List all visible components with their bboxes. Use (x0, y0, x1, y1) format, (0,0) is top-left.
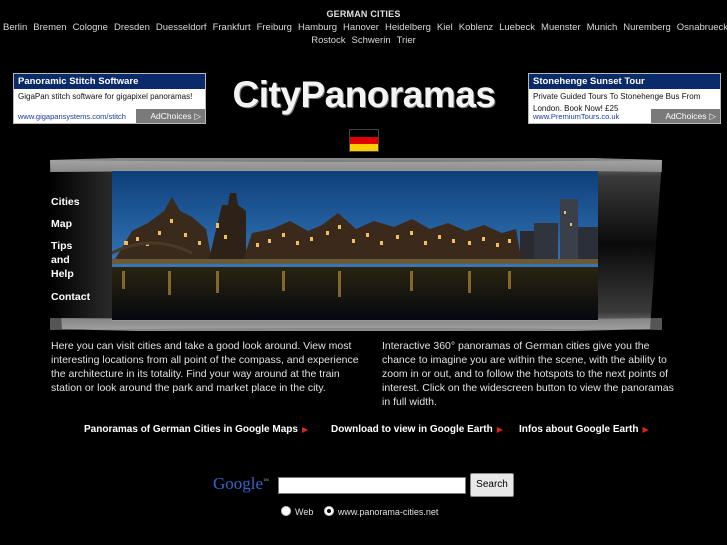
adchoices-button[interactable]: AdChoices ▷ (136, 109, 205, 123)
site-logo[interactable]: CityPanoramas (226, 74, 502, 116)
panorama-viewer (50, 158, 662, 331)
radio-site-label: www.panorama-cities.net (337, 507, 439, 517)
intro-text-right: Interactive 360° panoramas of German cit… (382, 340, 674, 408)
google-logo: Google™ (213, 474, 269, 493)
city-link[interactable]: Hanover (343, 22, 379, 33)
ad-url[interactable]: www.gigapansystems.com/stitch (18, 112, 126, 121)
google-logo-text: Google (213, 474, 264, 493)
city-link[interactable]: Luebeck (499, 22, 535, 33)
link-label: Panoramas of German Cities in Google Map… (84, 424, 298, 435)
city-link[interactable]: Dresden (114, 22, 150, 33)
link-label: Download to view in Google Earth (331, 424, 493, 435)
arrow-right-icon: ▶ (642, 425, 649, 434)
city-link[interactable]: Kiel (437, 22, 453, 33)
flag-stripe-black (350, 130, 378, 137)
search-input[interactable] (278, 477, 466, 494)
arrow-right-icon: ▶ (496, 425, 503, 434)
hamburg-speicherstadt-image (112, 171, 598, 320)
ad-url[interactable]: www.PremiumTours.co.uk (533, 112, 619, 121)
city-links-row-2: Rostock Schwerin Trier (0, 34, 727, 47)
adchoices-button[interactable]: AdChoices ▷ (651, 109, 720, 123)
city-link[interactable]: Trier (397, 35, 416, 46)
link-download-google-earth[interactable]: Download to view in Google Earth ▶ (331, 424, 503, 435)
nav-cities[interactable]: Cities (51, 195, 80, 209)
link-google-maps[interactable]: Panoramas of German Cities in Google Map… (84, 424, 308, 435)
city-link[interactable]: Osnabrueck (677, 22, 727, 33)
adchoices-label: AdChoices (150, 111, 192, 121)
city-link[interactable]: Nuremberg (623, 22, 671, 33)
city-link-list: Berlin Bremen Cologne Dresden Duesseldorf Fra… (0, 21, 727, 47)
radio-web[interactable] (281, 506, 291, 516)
city-link[interactable]: Freiburg (257, 22, 292, 33)
city-link[interactable]: Koblenz (459, 22, 493, 33)
flag-stripe-red (350, 137, 378, 144)
nav-map[interactable]: Map (51, 217, 72, 231)
link-label: Infos about Google Earth (519, 424, 639, 435)
city-links-row-1: Berlin Bremen Cologne Dresden Duesseldorf Fra… (0, 21, 727, 34)
city-link[interactable]: Frankfurt (213, 22, 251, 33)
flag-stripe-gold (350, 144, 378, 151)
radio-site[interactable] (323, 506, 334, 516)
ad-title[interactable]: Panoramic Stitch Software (14, 74, 205, 89)
search-scope-options: Web www.panorama-cities.net (281, 506, 446, 517)
city-link[interactable]: Duesseldorf (156, 22, 207, 33)
city-link[interactable]: Muenster (541, 22, 581, 33)
ad-title[interactable]: Stonehenge Sunset Tour (529, 74, 720, 89)
city-link[interactable]: Heidelberg (385, 22, 431, 33)
city-link[interactable]: Hamburg (298, 22, 337, 33)
city-link[interactable]: Bremen (33, 22, 66, 33)
radio-web-label: Web (295, 507, 314, 517)
ad-panoramic-stitch[interactable]: Panoramic Stitch Software GigaPan stitch… (13, 73, 206, 124)
adchoices-icon: ▷ (194, 111, 201, 121)
german-flag-icon[interactable] (349, 129, 379, 152)
city-link[interactable]: Cologne (73, 22, 108, 33)
city-link[interactable]: Berlin (3, 22, 27, 33)
city-link[interactable]: Schwerin (352, 35, 391, 46)
city-link[interactable]: Munich (587, 22, 618, 33)
nav-contact[interactable]: Contact (51, 290, 90, 304)
intro-text-left: Here you can visit cities and take a goo… (51, 340, 359, 394)
panorama-image[interactable] (112, 170, 598, 321)
adchoices-icon: ▷ (709, 111, 716, 121)
city-link[interactable]: Rostock (311, 35, 345, 46)
search-button[interactable]: Search (470, 473, 514, 497)
arrow-right-icon: ▶ (301, 425, 309, 434)
ad-stonehenge-tour[interactable]: Stonehenge Sunset Tour Private Guided To… (528, 73, 721, 124)
nav-title: GERMAN CITIES (326, 9, 401, 19)
top-city-navigation: GERMAN CITIES Berlin Bremen Cologne Dresden… (0, 9, 727, 47)
link-infos-google-earth[interactable]: Infos about Google Earth ▶ (519, 424, 649, 435)
ad-body: GigaPan stitch software for gigapixel pa… (18, 92, 193, 101)
nav-tips-and-help[interactable]: Tips and Help (51, 239, 91, 281)
adchoices-label: AdChoices (665, 111, 707, 121)
